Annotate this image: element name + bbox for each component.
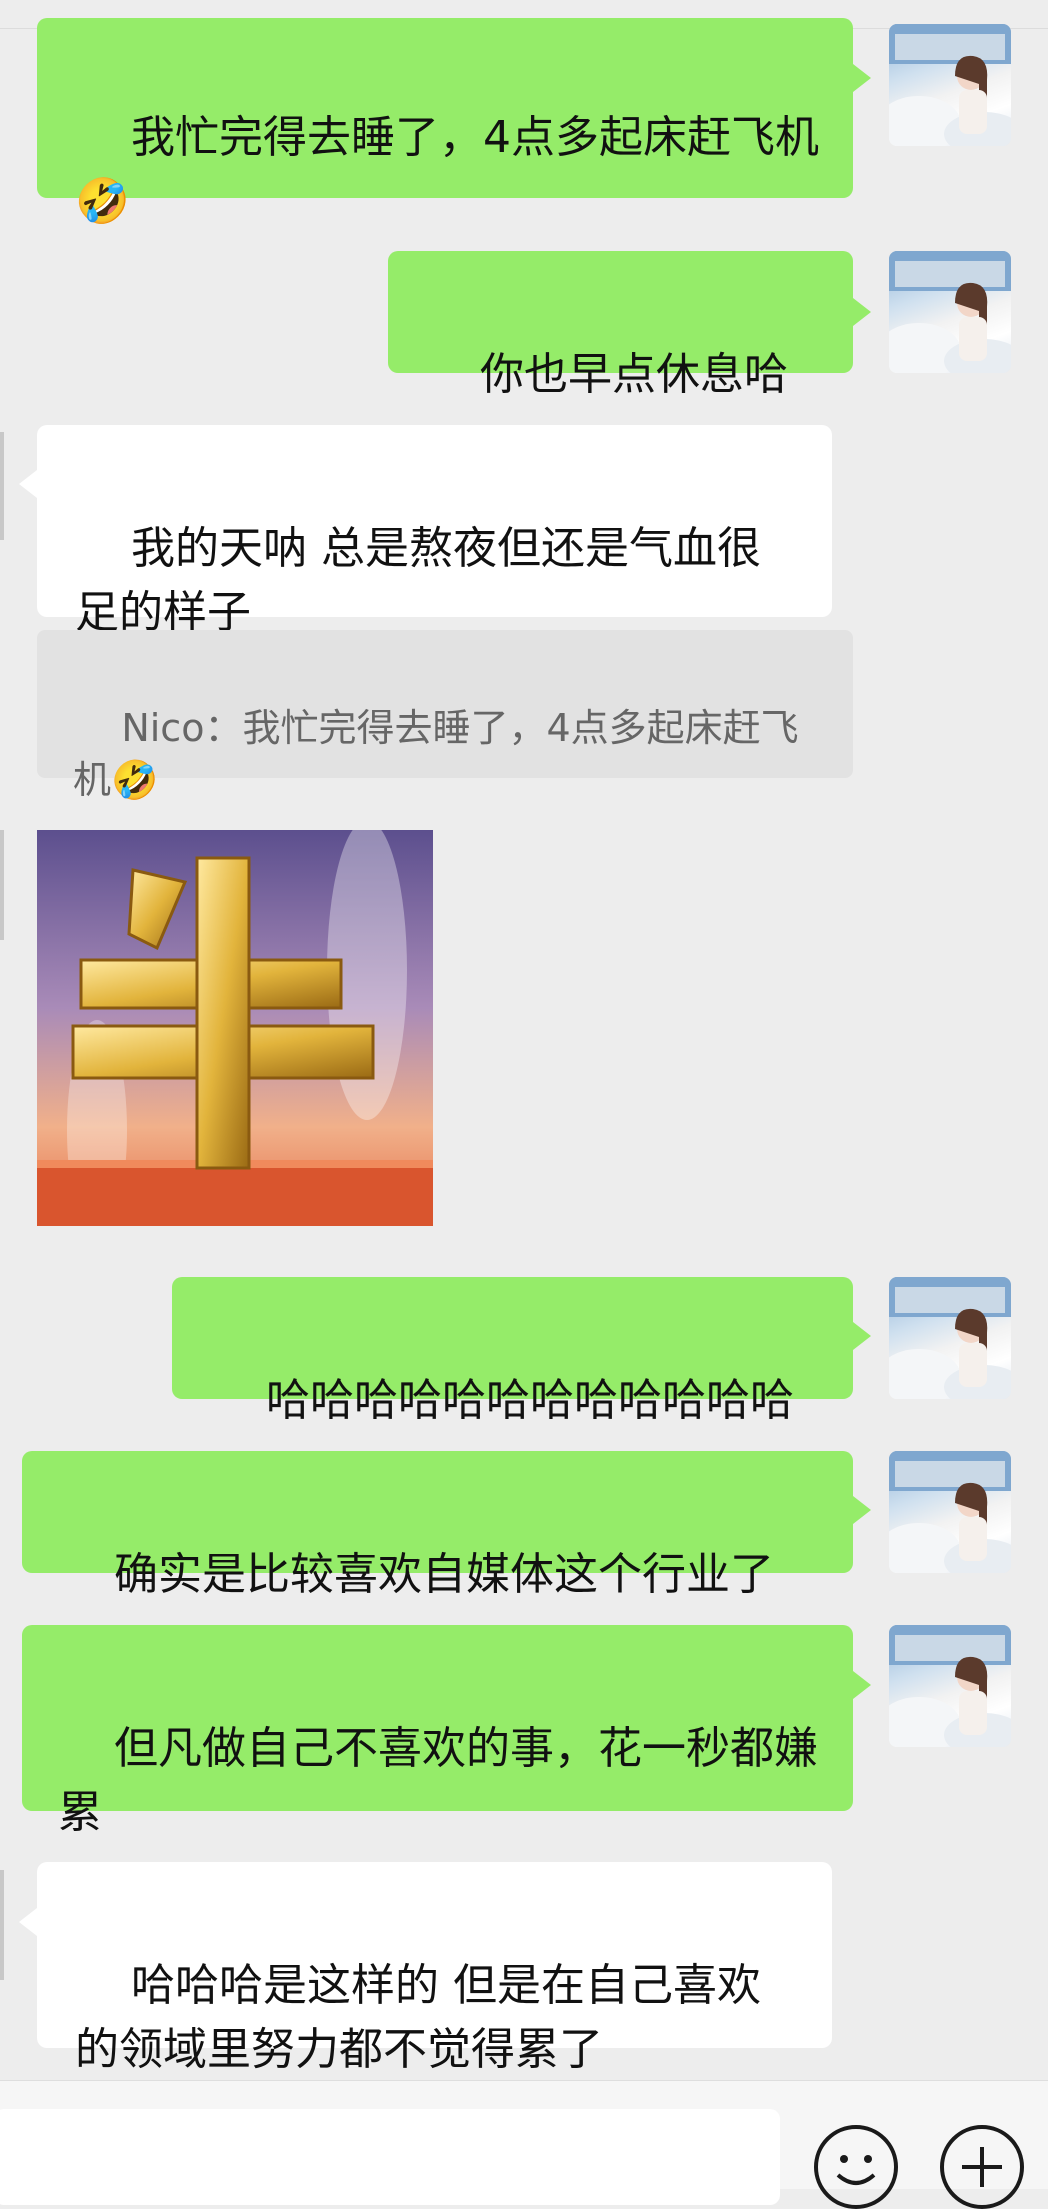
- message-input[interactable]: [0, 2109, 780, 2205]
- outgoing-message[interactable]: 确实是比较喜欢自媒体这个行业了: [22, 1451, 853, 1600]
- quoted-reply[interactable]: Nico：我忙完得去睡了，4点多起床赶飞机🤣: [37, 630, 853, 802]
- avatar-photo-icon: [889, 1277, 1011, 1399]
- bubble-tail: [19, 1908, 37, 1936]
- avatar[interactable]: [889, 24, 1011, 146]
- message-text: 我忙完得去睡了，4点多起床赶飞机🤣: [75, 112, 819, 227]
- avatar-photo-icon: [889, 24, 1011, 146]
- message-text: 确实是比较喜欢自媒体这个行业了: [113, 1549, 774, 1600]
- bubble-tail: [853, 1671, 871, 1699]
- avatar[interactable]: [889, 1277, 1011, 1399]
- message-text: 哈哈哈哈哈哈哈哈哈哈哈哈: [265, 1375, 794, 1426]
- input-bar: [0, 2080, 1048, 2209]
- bubble-tail: [853, 1322, 871, 1350]
- bubble-tail: [853, 1496, 871, 1524]
- avatar-edge: [0, 1870, 4, 1980]
- outgoing-message[interactable]: 你也早点休息哈～: [388, 251, 853, 464]
- avatar[interactable]: [889, 1625, 1011, 1747]
- plus-button[interactable]: [940, 2125, 1024, 2209]
- avatar[interactable]: [889, 251, 1011, 373]
- outgoing-message[interactable]: 我忙完得去睡了，4点多起床赶飞机🤣: [37, 18, 853, 227]
- avatar-photo-icon: [889, 251, 1011, 373]
- plus-icon: [962, 2147, 1002, 2187]
- avatar[interactable]: [889, 1451, 1011, 1573]
- incoming-message[interactable]: 我的天呐 总是熬夜但还是气血很足的样子: [37, 425, 832, 638]
- bubble-tail: [853, 298, 871, 326]
- message-text: 但凡做自己不喜欢的事，花一秒都嫌累: [58, 1723, 818, 1838]
- quote-text: Nico：我忙完得去睡了，4点多起床赶飞机🤣: [73, 706, 799, 802]
- emoji-icon: [836, 2155, 876, 2185]
- niu-sticker-icon: 牛: [37, 830, 433, 1226]
- outgoing-message[interactable]: 哈哈哈哈哈哈哈哈哈哈哈哈: [172, 1277, 853, 1426]
- message-text: 哈哈哈是这样的 但是在自己喜欢的领域里努力都不觉得累了: [75, 1960, 761, 2075]
- outgoing-message[interactable]: 但凡做自己不喜欢的事，花一秒都嫌累: [22, 1625, 853, 1838]
- avatar-photo-icon: [889, 1625, 1011, 1747]
- sticker-image[interactable]: 牛: [37, 830, 433, 1226]
- bubble-tail: [19, 470, 37, 498]
- chat-area[interactable]: 我忙完得去睡了，4点多起床赶飞机🤣 你也早点休息哈～ 我的: [0, 0, 1048, 2080]
- emoji-button[interactable]: [814, 2125, 898, 2209]
- incoming-message[interactable]: 哈哈哈是这样的 但是在自己喜欢的领域里努力都不觉得累了: [37, 1862, 832, 2075]
- avatar-edge: [0, 432, 4, 540]
- bubble-tail: [853, 64, 871, 92]
- message-text: 我的天呐 总是熬夜但还是气血很足的样子: [75, 523, 761, 638]
- avatar-photo-icon: [889, 1451, 1011, 1573]
- avatar-edge: [0, 830, 4, 940]
